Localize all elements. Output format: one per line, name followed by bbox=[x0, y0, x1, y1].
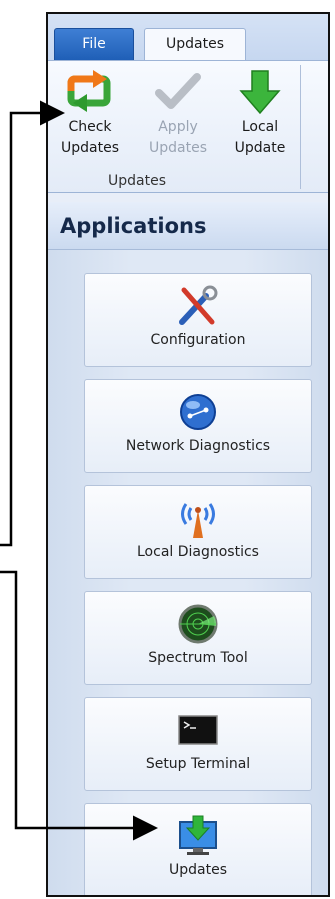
tab-file[interactable]: File bbox=[54, 28, 134, 60]
app-spectrum-tool[interactable]: Spectrum Tool bbox=[84, 591, 312, 685]
apply-updates-button[interactable]: Apply Updates bbox=[138, 65, 218, 169]
app-setup-terminal[interactable]: Setup Terminal bbox=[84, 697, 312, 791]
applications-panel: Configuration Network Diagnostics Local … bbox=[48, 250, 328, 895]
tab-updates[interactable]: Updates bbox=[144, 28, 246, 61]
antenna-icon bbox=[176, 496, 220, 540]
network-globe-icon bbox=[176, 390, 220, 434]
app-label: Local Diagnostics bbox=[137, 544, 259, 560]
download-arrow-icon bbox=[235, 69, 285, 115]
local-update-button[interactable]: Local Update bbox=[222, 65, 298, 169]
terminal-icon bbox=[176, 708, 220, 752]
ribbon-group-label: Updates bbox=[108, 173, 166, 189]
refresh-arrows-icon bbox=[65, 69, 115, 115]
app-window: File Updates Check Updates Apply Updates bbox=[46, 12, 330, 897]
tools-icon bbox=[176, 284, 220, 328]
app-label: Configuration bbox=[150, 332, 246, 348]
apply-updates-label: Apply Updates bbox=[149, 119, 207, 156]
app-label: Network Diagnostics bbox=[125, 438, 271, 454]
app-configuration[interactable]: Configuration bbox=[84, 273, 312, 367]
check-updates-label: Check Updates bbox=[61, 119, 119, 156]
checkmark-icon bbox=[153, 69, 203, 115]
app-label: Setup Terminal bbox=[145, 756, 251, 772]
applications-header: Applications bbox=[48, 202, 328, 250]
app-updates[interactable]: Updates bbox=[84, 803, 312, 895]
app-local-diagnostics[interactable]: Local Diagnostics bbox=[84, 485, 312, 579]
app-network-diagnostics[interactable]: Network Diagnostics bbox=[84, 379, 312, 473]
monitor-download-icon bbox=[176, 814, 220, 858]
ribbon-updates-group: Check Updates Apply Updates Local Update… bbox=[48, 60, 328, 193]
app-label: Updates bbox=[169, 862, 227, 878]
check-updates-button[interactable]: Check Updates bbox=[50, 65, 130, 169]
app-label: Spectrum Tool bbox=[148, 650, 248, 666]
ribbon-group-separator bbox=[300, 65, 301, 189]
radar-icon bbox=[176, 602, 220, 646]
ribbon-tab-strip: File Updates bbox=[48, 14, 328, 61]
local-update-label: Local Update bbox=[234, 119, 286, 156]
